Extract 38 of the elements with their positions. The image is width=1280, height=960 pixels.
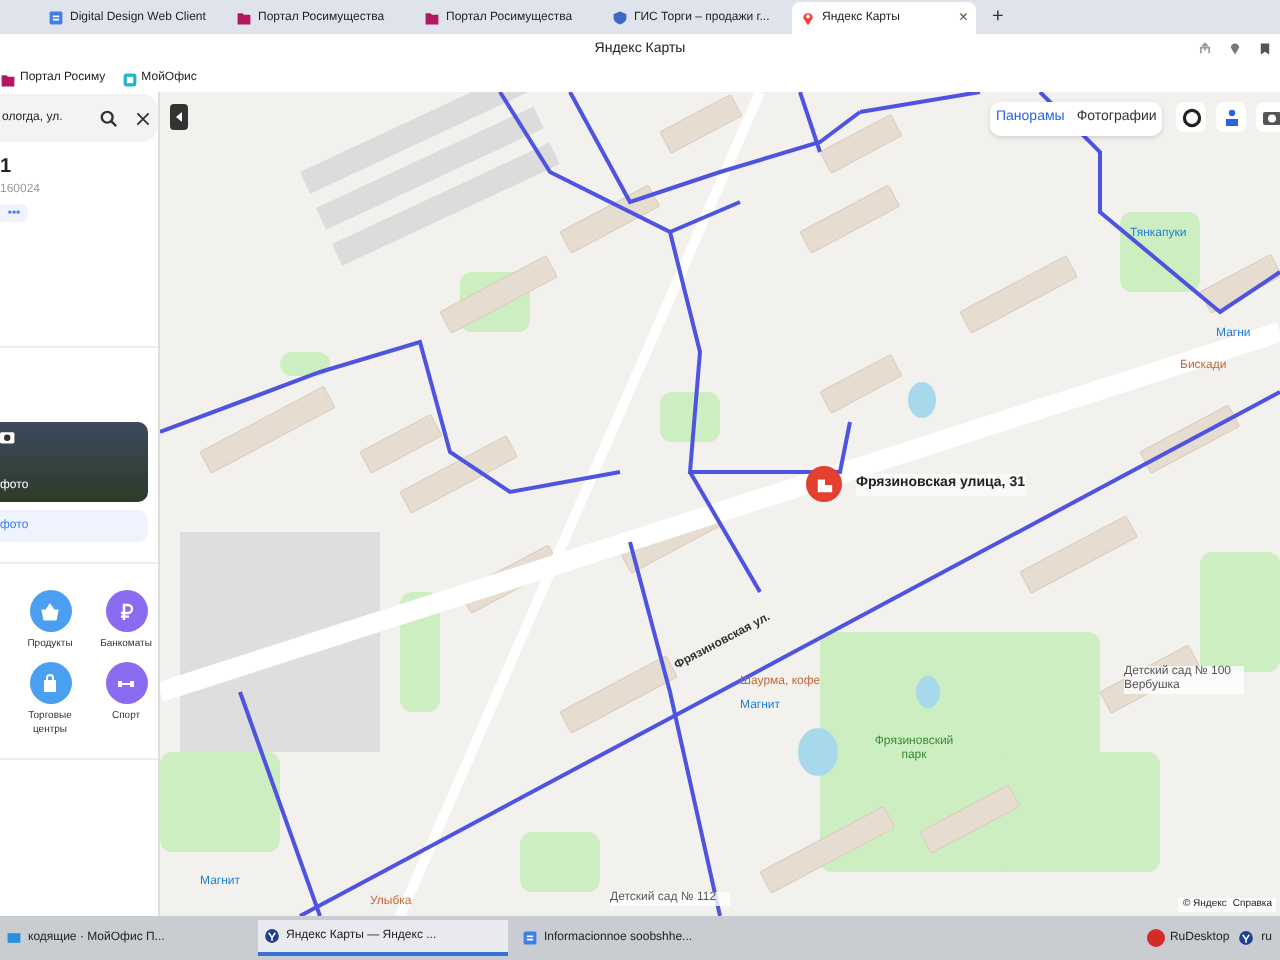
person-icon <box>1221 107 1241 127</box>
location-icon[interactable] <box>1228 42 1242 56</box>
tab-icon <box>424 10 440 26</box>
tab-icon <box>48 10 64 26</box>
collapse-button[interactable] <box>170 104 188 130</box>
location-marker[interactable] <box>806 466 842 502</box>
camera-icon <box>0 430 16 444</box>
tab-icon <box>612 10 628 26</box>
category-button[interactable] <box>29 590 71 632</box>
share-icon[interactable] <box>1198 42 1212 56</box>
category-button[interactable] <box>105 662 147 704</box>
camera-icon <box>1261 108 1280 126</box>
panorama-button[interactable] <box>1216 102 1246 132</box>
new-tab-button[interactable]: + <box>992 2 1004 34</box>
close-icon[interactable] <box>136 111 150 125</box>
app-icon <box>264 928 280 944</box>
basket-icon <box>40 601 60 621</box>
bookmark-icon <box>0 71 16 87</box>
close-tab-button[interactable]: × <box>958 6 968 30</box>
bookmark-icon[interactable] <box>1258 42 1272 56</box>
category-button[interactable] <box>105 590 147 632</box>
ruble-icon <box>116 601 136 621</box>
tab-icon <box>800 10 816 26</box>
layers-button[interactable] <box>1176 102 1206 132</box>
browser-icon <box>1237 930 1254 946</box>
app-icon <box>522 930 538 946</box>
search-icon[interactable] <box>100 109 118 127</box>
app-icon <box>1145 928 1166 948</box>
chevron-icon <box>175 112 183 122</box>
category-button[interactable] <box>29 662 71 704</box>
app-icon <box>6 930 22 946</box>
bookmark-icon <box>121 71 138 87</box>
ring-icon <box>1181 107 1201 127</box>
building-icon <box>815 475 833 493</box>
place-title: 1 <box>0 158 14 178</box>
bag-icon <box>40 673 60 693</box>
camera-button[interactable] <box>1256 102 1280 132</box>
tab-icon <box>236 10 252 26</box>
